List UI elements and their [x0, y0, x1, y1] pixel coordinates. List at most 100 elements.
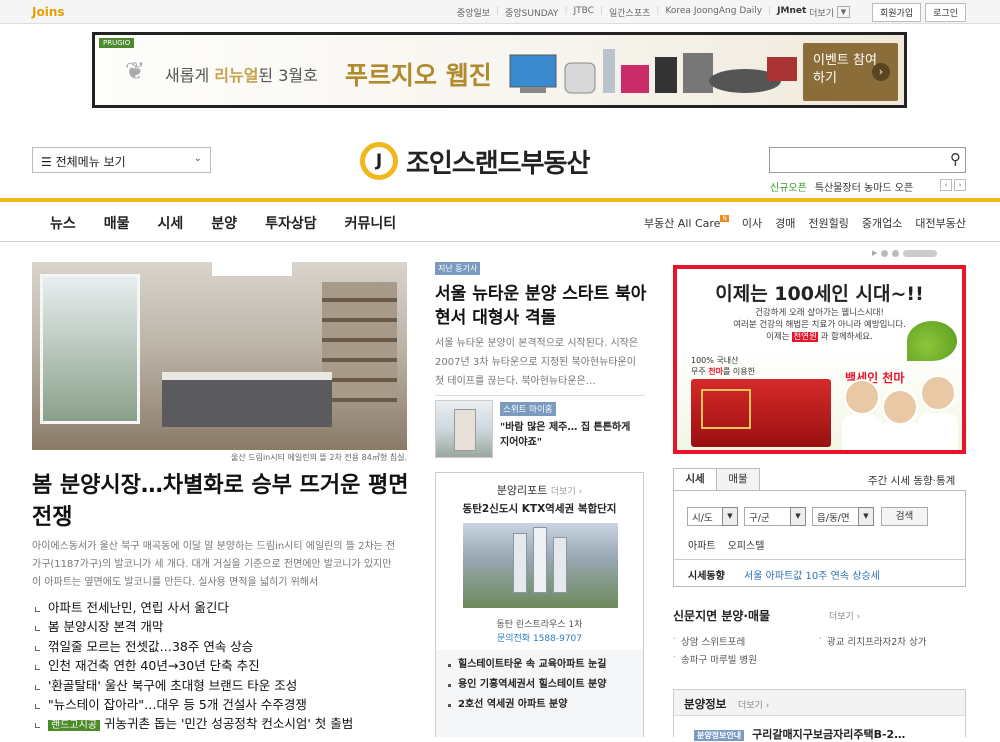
carousel-dot[interactable] — [881, 249, 889, 257]
new-badge: N — [720, 215, 729, 222]
list-item[interactable]: "뉴스테이 잡아라"…대우 등 5개 건설사 수주경쟁 — [32, 695, 412, 714]
chevron-left-icon[interactable]: ‹ — [940, 179, 952, 191]
link-daily[interactable]: Korea JoongAng Daily — [665, 6, 762, 19]
newspaper-listings-title: 신문지면 분양·매물 — [673, 609, 771, 623]
leaf-icon: ❦ — [125, 57, 146, 85]
nav-moving[interactable]: 이사 — [742, 215, 762, 231]
list-item[interactable]: 꺾일줄 모르는 전셋값…38주 연속 상승 — [32, 637, 412, 656]
search-icon[interactable]: ⚲ — [950, 150, 961, 168]
product-box-image — [691, 379, 831, 447]
nav-auction[interactable]: 경매 — [775, 215, 795, 231]
list-item[interactable]: 송파구 마루빌 병원 — [673, 652, 757, 666]
ad-title: 이제는 100세인 시대~!! — [715, 283, 924, 305]
select-district[interactable]: 구/군 ▼ — [744, 507, 806, 526]
image-caption: 울산 드림in시티 에일린의 뜰 2차 전용 84㎡형 침실. — [230, 453, 407, 462]
top-bar: Joins 중앙일보 | 중앙SUNDAY | JTBC | 일간스포츠 | Korea… — [0, 0, 1000, 24]
site-name: 조인스랜드부동산 — [406, 148, 590, 179]
chevron-right-icon[interactable]: › — [954, 179, 966, 191]
chevron-down-icon[interactable]: ▼ — [837, 6, 850, 18]
list-item[interactable]: '환골탈태' 울산 북구에 초대형 브랜드 타운 조성 — [32, 676, 412, 695]
thumb-image[interactable] — [435, 400, 493, 458]
tab-prices[interactable]: 시세 — [673, 468, 717, 491]
jmnet-label: JMnet — [777, 6, 807, 16]
mid-summary: 서울 뉴타운 분양이 본격적으로 시작된다. 시작은 2007년 3차 뉴타운으… — [435, 338, 639, 387]
site-logo[interactable]: J 조인스랜드부동산 — [360, 142, 590, 180]
report-image[interactable] — [463, 523, 618, 608]
link-officetel[interactable]: 오피스텔 — [728, 537, 765, 552]
link-joongang[interactable]: 중앙일보 — [457, 6, 490, 19]
banner-tagline: 새롭게 리뉴얼된 3월호 — [165, 66, 318, 85]
report-list: 힐스테이트타운 속 교육아파트 눈길 용인 기흥역세권서 힐스테이트 분양 2호… — [448, 655, 606, 715]
thumb-headline[interactable]: "바람 많은 제주… 집 튼튼하게 지어야죠" — [500, 420, 640, 450]
carousel-controls: ▶ — [872, 249, 938, 257]
nav-allcare[interactable]: 부동산 All Care N — [644, 215, 729, 231]
sales-info-title: 분양정보 — [684, 697, 727, 711]
newspaper-more-link[interactable]: 더보기 › — [829, 609, 860, 622]
nav-news[interactable]: 뉴스 — [50, 213, 76, 233]
network-links: 중앙일보 | 중앙SUNDAY | JTBC | 일간스포츠 | Korea Joong… — [457, 6, 850, 19]
play-icon[interactable]: ▶ — [872, 249, 877, 257]
list-item[interactable]: 랜드고시공 귀농귀촌 돕는 '민간 성공정착 컨소시엄' 첫 출범 — [32, 714, 412, 733]
list-item[interactable]: 인천 재건축 연한 40년→30년 단축 추진 — [32, 656, 412, 675]
link-apartment[interactable]: 아파트 — [688, 537, 716, 552]
nav-consult[interactable]: 투자상담 — [265, 213, 317, 233]
main-story-image[interactable] — [32, 262, 407, 450]
carousel-dot[interactable] — [892, 249, 900, 257]
price-search-box: 시/도 ▼ 구/군 ▼ 읍/동/면 ▼ 검색 아파트 오피스텔 시세동향 서울 아파트… — [673, 490, 966, 587]
ad-banner-prugio[interactable]: PRUGIO ❦ 새롭게 리뉴얼된 3월호 푸르지오 웹진 이벤트 참여하기 › — [92, 32, 907, 108]
signup-button[interactable]: 회원가입 — [872, 3, 922, 22]
link-jtbc[interactable]: JTBC — [573, 6, 593, 19]
nav-prices[interactable]: 시세 — [158, 213, 184, 233]
section-tag: 스위트 마이홈 — [500, 402, 556, 416]
list-item[interactable]: 분양정보안내 구리갈매지구보금자리주택B-2… — [694, 726, 905, 742]
list-item[interactable]: 힐스테이트타운 속 교육아파트 눈길 — [448, 655, 606, 675]
sales-report-box: 분양리포트 더보기 › 동탄2신도시 KTX역세권 복합단지 동탄 린스트라우스… — [435, 472, 644, 737]
mid-headline[interactable]: 서울 뉴타운 분양 스타트 북아현서 대형사 격돌 — [435, 282, 650, 330]
link-sunday[interactable]: 중앙SUNDAY — [505, 6, 558, 19]
sales-info-more-link[interactable]: 더보기 › — [738, 698, 769, 711]
divider — [435, 395, 645, 396]
price-tabs: 시세 매물 — [673, 468, 760, 491]
list-item[interactable]: 2호선 역세권 아파트 분양 — [448, 695, 606, 715]
category-tag: 분양정보안내 — [694, 730, 745, 741]
list-item[interactable]: 용인 기흥역세권서 힐스테이트 분양 — [448, 675, 606, 695]
trend-link[interactable]: 서울 아파트값 10주 연속 상승세 — [744, 567, 880, 582]
search-input[interactable]: ⚲ — [769, 147, 966, 173]
main-headline[interactable]: 봄 분양시장…차별화로 승부 뜨거운 평면 전쟁 — [32, 470, 412, 534]
family-photo — [842, 357, 960, 450]
search-button[interactable]: 검색 — [881, 507, 928, 526]
list-item[interactable]: 봄 분양시장 본격 개막 — [32, 617, 412, 636]
nav-rural[interactable]: 전원힐링 — [808, 215, 848, 231]
trend-label: 시세동향 — [688, 571, 725, 582]
ad-health-banner[interactable]: 이제는 100세인 시대~!! 건강하게 오래 살아가는 웰니스시대! 여러분 … — [673, 265, 966, 454]
list-item[interactable]: 아파트 전세난민, 연립 사서 옮긴다 — [32, 598, 412, 617]
joins-logo[interactable]: Joins — [32, 5, 65, 19]
all-menu-button[interactable]: ☰ 전체메뉴 보기 ⌄ — [32, 147, 211, 173]
nav-community[interactable]: 커뮤니티 — [345, 213, 397, 233]
report-caption: 동탄 린스트라우스 1차 — [496, 620, 583, 630]
select-town[interactable]: 읍/동/면 ▼ — [812, 507, 874, 526]
chevron-down-icon: ▼ — [790, 507, 806, 526]
jmnet-more[interactable]: 더보기 — [809, 6, 834, 19]
nav-agents[interactable]: 중개업소 — [862, 215, 902, 231]
nav-daejeon[interactable]: 대전부동산 — [915, 215, 966, 231]
logo-mark: J — [360, 142, 398, 180]
event-button[interactable]: 이벤트 참여하기 › — [803, 43, 898, 101]
main-nav: 뉴스 매물 시세 분양 투자상담 커뮤니티 부동산 All Care N 이사 경… — [0, 202, 1000, 242]
news-list: 아파트 전세난민, 연립 사서 옮긴다 봄 분양시장 본격 개막 꺾일줄 모르는… — [32, 598, 412, 734]
weekly-stats-link[interactable]: 주간 시세 동향·통계 — [868, 473, 955, 488]
ad-subtitle: 건강하게 오래 살아가는 웰니스시대! 여러분 건강의 해법은 치료가 아니라 … — [733, 308, 906, 342]
report-subtitle[interactable]: 동탄2신도시 KTX역세권 복합단지 — [436, 501, 643, 516]
tab-listings[interactable]: 매물 — [716, 468, 760, 491]
list-item[interactable]: 상암 스위트포레 — [673, 634, 745, 648]
nav-sales[interactable]: 분양 — [211, 213, 237, 233]
nav-listings[interactable]: 매물 — [104, 213, 130, 233]
list-item[interactable]: 광교 리치프라자2차 상가 — [819, 634, 926, 648]
report-more-link[interactable]: 더보기 › — [551, 487, 582, 497]
select-province[interactable]: 시/도 ▼ — [687, 507, 738, 526]
divider — [674, 559, 965, 560]
category-tag: 랜드고시공 — [48, 720, 100, 732]
link-ilgan[interactable]: 일간스포츠 — [609, 6, 650, 19]
promo-ticker[interactable]: 신규오픈 특산물장터 농마드 오픈 — [770, 179, 913, 194]
login-button[interactable]: 로그인 — [925, 3, 966, 22]
